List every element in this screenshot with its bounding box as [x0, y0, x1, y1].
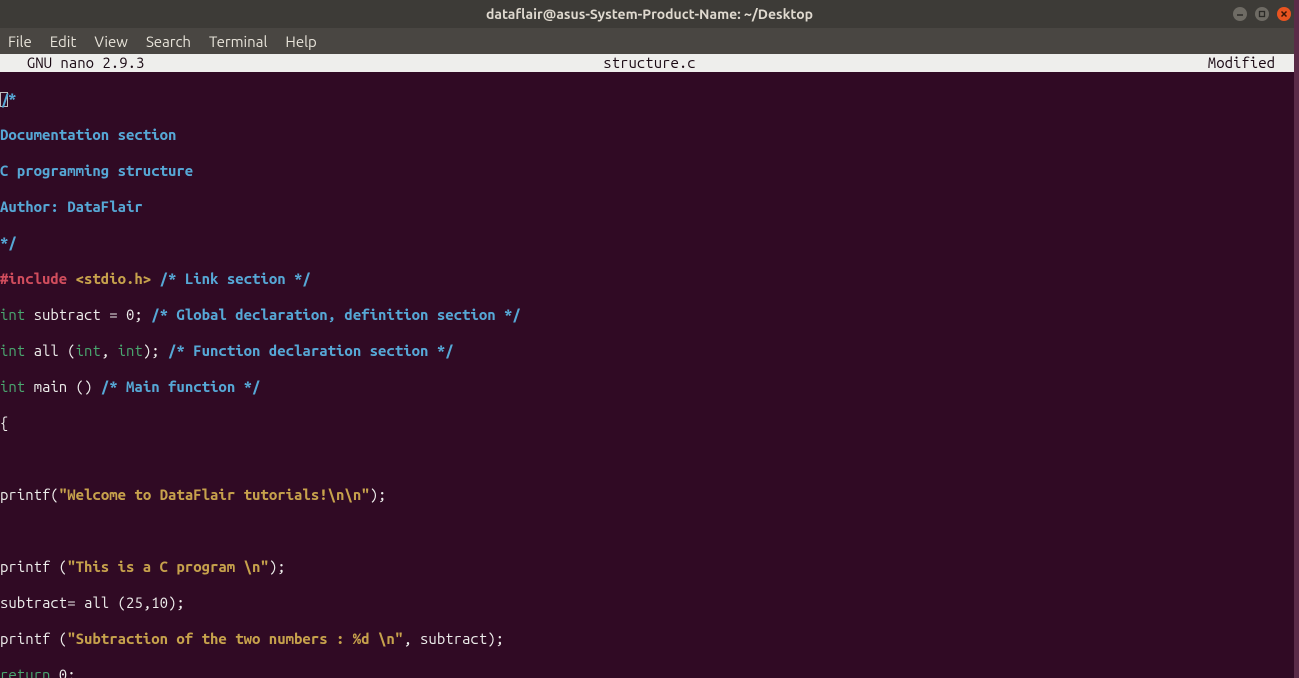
code-line: printf("Welcome to DataFlair tutorials!\… — [0, 486, 1299, 504]
code-text: all ( — [25, 342, 75, 359]
code-text: subtract= all (25,10); — [0, 594, 185, 611]
code-text: int — [0, 306, 25, 323]
menu-search[interactable]: Search — [146, 33, 191, 50]
menu-terminal[interactable]: Terminal — [209, 33, 267, 50]
code-text: printf ( — [0, 630, 67, 647]
code-text: "Welcome to DataFlair tutorials!\n\n" — [59, 486, 370, 503]
code-text: , — [101, 342, 118, 359]
code-line: */ — [0, 234, 1299, 252]
code-line — [0, 522, 1299, 540]
code-text: /* Global declaration, definition sectio… — [151, 306, 521, 323]
code-text: subtract = 0; — [25, 306, 151, 323]
code-line: int subtract = 0; /* Global declaration,… — [0, 306, 1299, 324]
code-text: printf ( — [0, 558, 67, 575]
code-text: #include — [0, 270, 76, 287]
code-text: ); — [370, 486, 387, 503]
menu-help[interactable]: Help — [285, 33, 316, 50]
code-text: ); — [143, 342, 168, 359]
code-line: return 0; — [0, 666, 1299, 678]
code-text: ); — [269, 558, 286, 575]
code-text: int — [0, 378, 25, 395]
editor-area[interactable]: /* Documentation section C programming s… — [0, 72, 1299, 678]
window-controls — [1233, 0, 1291, 28]
code-text: /* Main function */ — [101, 378, 261, 395]
nano-filename: structure.c — [0, 54, 1299, 72]
code-text: /* Link section */ — [151, 270, 311, 287]
code-text: { — [0, 414, 8, 431]
close-icon[interactable] — [1277, 7, 1291, 21]
code-line: { — [0, 414, 1299, 432]
code-line: Documentation section — [0, 126, 1299, 144]
code-text: , subtract); — [403, 630, 504, 647]
code-line: printf ("This is a C program \n"); — [0, 558, 1299, 576]
code-line: #include <stdio.h> /* Link section */ — [0, 270, 1299, 288]
code-text: Documentation section — [0, 126, 176, 143]
code-line: int main () /* Main function */ — [0, 378, 1299, 396]
code-text: int — [76, 342, 101, 359]
scrollbar-track[interactable] — [1294, 0, 1299, 678]
code-text: main () — [25, 378, 101, 395]
code-line: int all (int, int); /* Function declarat… — [0, 342, 1299, 360]
code-text: int — [0, 342, 25, 359]
code-line — [0, 450, 1299, 468]
menu-edit[interactable]: Edit — [50, 33, 77, 50]
code-line: Author: DataFlair — [0, 198, 1299, 216]
cursor: / — [0, 92, 8, 107]
minimize-icon[interactable] — [1233, 7, 1247, 21]
menubar: File Edit View Search Terminal Help — [0, 28, 1299, 54]
code-line: /* — [0, 90, 1299, 108]
nano-statusbar: GNU nano 2.9.3 structure.c Modified — [0, 54, 1299, 72]
code-text: Author: DataFlair — [0, 198, 143, 215]
code-text: 0; — [50, 666, 75, 678]
code-text: /* Function declaration section */ — [168, 342, 454, 359]
code-line: subtract= all (25,10); — [0, 594, 1299, 612]
titlebar: dataflair@asus-System-Product-Name: ~/De… — [0, 0, 1299, 28]
code-text: C programming structure — [0, 162, 193, 179]
code-text: <stdio.h> — [76, 270, 152, 287]
nano-modified: Modified — [1208, 54, 1275, 72]
code-text: * — [8, 90, 16, 107]
maximize-icon[interactable] — [1255, 7, 1269, 21]
menu-file[interactable]: File — [8, 33, 32, 50]
code-line: printf ("Subtraction of the two numbers … — [0, 630, 1299, 648]
code-text: */ — [0, 234, 17, 251]
window-title: dataflair@asus-System-Product-Name: ~/De… — [0, 6, 1299, 22]
code-text: int — [118, 342, 143, 359]
code-text: printf( — [0, 486, 59, 503]
code-text: "This is a C program \n" — [67, 558, 269, 575]
code-text: return — [0, 666, 50, 678]
menu-view[interactable]: View — [94, 33, 128, 50]
code-text: "Subtraction of the two numbers : %d \n" — [67, 630, 403, 647]
code-line: C programming structure — [0, 162, 1299, 180]
